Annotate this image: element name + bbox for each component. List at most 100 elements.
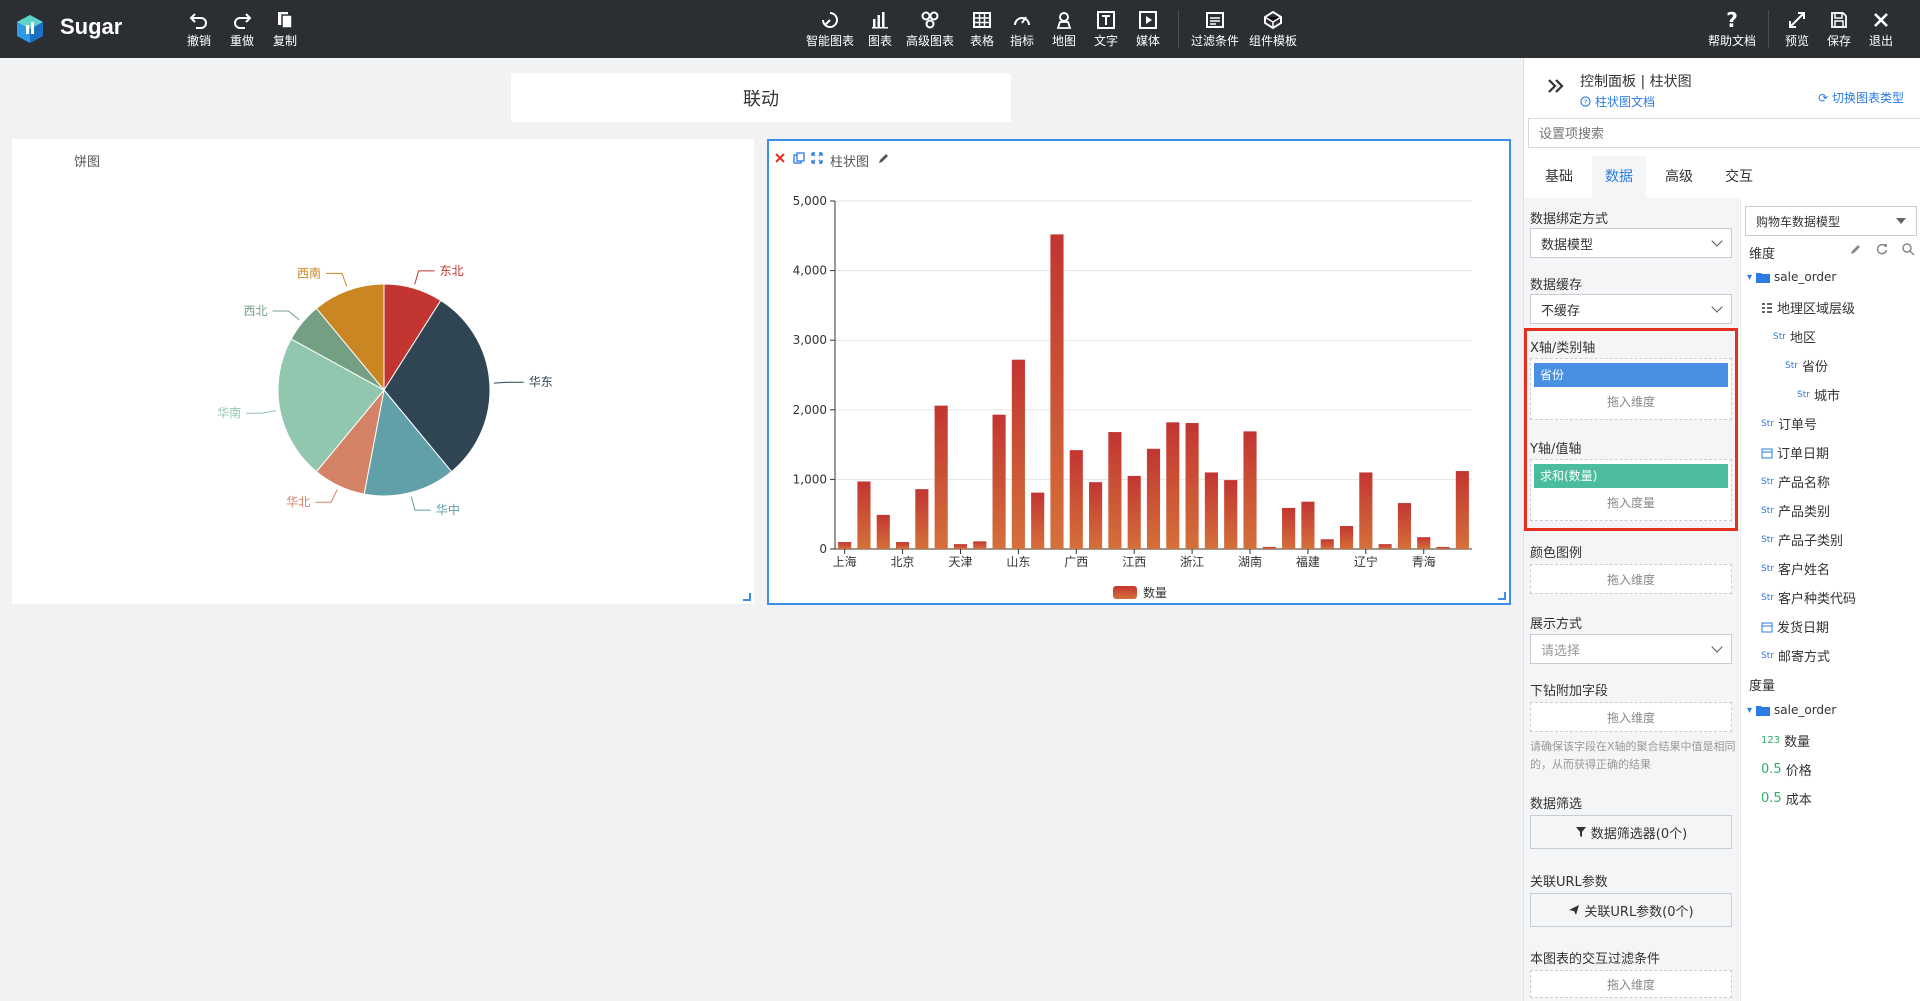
edit-icon[interactable]: [1849, 242, 1863, 256]
pie-chart-card[interactable]: 饼图 东北 华东 华中 华北 华南 西北 西南: [12, 139, 754, 604]
bar[interactable]: [1011, 359, 1025, 549]
preview-button[interactable]: 预览: [1785, 10, 1809, 52]
undo-button[interactable]: 撤销: [187, 10, 211, 52]
x-axis-field-pill[interactable]: 省份: [1534, 363, 1728, 387]
bar[interactable]: [1378, 544, 1392, 549]
copy-button[interactable]: 复制: [273, 10, 297, 52]
resize-handle[interactable]: [743, 593, 751, 601]
smart-chart-button[interactable]: 智能图表: [806, 10, 854, 52]
bar[interactable]: [953, 544, 968, 549]
bar[interactable]: [1089, 482, 1103, 549]
drill-drop-zone[interactable]: 拖入维度: [1530, 702, 1732, 732]
help-button[interactable]: ? 帮助文档: [1708, 10, 1756, 52]
bar[interactable]: [1436, 546, 1450, 549]
tree-folder[interactable]: ▾ sale_order: [1747, 270, 1836, 284]
tab-basic[interactable]: 基础: [1532, 156, 1586, 198]
bar[interactable]: [1359, 472, 1373, 549]
bar[interactable]: [857, 481, 871, 549]
y-axis-field-pill[interactable]: 求和(数量): [1534, 464, 1728, 488]
tree-folder[interactable]: ▾ sale_order: [1747, 703, 1836, 717]
dimension-item[interactable]: Str 地区: [1773, 327, 1816, 346]
collapse-panel-icon[interactable]: [1546, 76, 1566, 96]
color-legend-drop-zone[interactable]: 拖入维度: [1530, 564, 1732, 594]
interaction-filter-drop-zone[interactable]: 拖入维度: [1530, 970, 1732, 998]
save-button[interactable]: 保存: [1827, 10, 1851, 52]
text-button[interactable]: 文字: [1094, 10, 1118, 52]
dimension-item[interactable]: Str 城市: [1797, 385, 1840, 404]
bar[interactable]: [1417, 537, 1431, 549]
bar[interactable]: [1127, 475, 1141, 549]
filter-button[interactable]: 过滤条件: [1191, 10, 1239, 52]
bar[interactable]: [1166, 422, 1180, 549]
dimension-item[interactable]: 地理区域层级: [1761, 298, 1855, 317]
bar-chart-card[interactable]: 柱状图 0 1,000 2,000 3,000 4,000 5,000 上海 北京 天津 山东 广西…: [767, 139, 1511, 605]
legend-swatch[interactable]: [1113, 586, 1137, 599]
bar[interactable]: [1108, 432, 1122, 549]
chart-doc-link[interactable]: ? 柱状图文档: [1580, 93, 1655, 110]
dimension-item[interactable]: Str 订单号: [1761, 414, 1817, 433]
measure-item[interactable]: 0.5 成本: [1761, 789, 1812, 808]
dimension-item[interactable]: 发货日期: [1761, 617, 1829, 636]
bar[interactable]: [1031, 492, 1045, 549]
dashboard-title-card[interactable]: 联动: [511, 73, 1011, 122]
template-button[interactable]: 组件模板: [1249, 10, 1297, 52]
table-button[interactable]: 表格: [970, 10, 994, 52]
bar[interactable]: [1339, 526, 1354, 549]
bar[interactable]: [1185, 423, 1199, 549]
tab-data[interactable]: 数据: [1592, 156, 1646, 198]
bar[interactable]: [1282, 507, 1296, 549]
measure-item[interactable]: 0.5 价格: [1761, 760, 1812, 779]
data-filter-button[interactable]: 数据筛选器(0个): [1530, 815, 1732, 849]
settings-search-input[interactable]: [1528, 118, 1920, 148]
dimension-item[interactable]: 订单日期: [1761, 443, 1829, 462]
resize-handle[interactable]: [1498, 592, 1506, 600]
url-params-button[interactable]: 关联URL参数(0个): [1530, 893, 1732, 927]
data-model-select[interactable]: 购物车数据模型: [1745, 206, 1917, 236]
dimension-item[interactable]: Str 产品类别: [1761, 501, 1830, 520]
measure-item[interactable]: 123 数量: [1761, 731, 1810, 750]
y-axis-drop-zone[interactable]: 求和(数量) 拖入度量: [1530, 459, 1732, 521]
media-button[interactable]: 媒体: [1136, 10, 1160, 52]
bar[interactable]: [973, 541, 987, 549]
tab-interaction[interactable]: 交互: [1712, 156, 1766, 198]
bar[interactable]: [876, 514, 890, 549]
bar[interactable]: [1397, 503, 1412, 549]
bar[interactable]: [1069, 450, 1083, 549]
display-select[interactable]: 请选择: [1530, 634, 1732, 664]
bar[interactable]: [838, 542, 852, 549]
dimension-item[interactable]: Str 客户种类代码: [1761, 588, 1856, 607]
folder-icon: [1756, 272, 1771, 283]
refresh-icon[interactable]: [1875, 242, 1889, 256]
switch-chart-type-link[interactable]: ⟳ 切换图表类型: [1818, 89, 1904, 106]
bar[interactable]: [915, 489, 929, 549]
chart-button[interactable]: 图表: [868, 10, 892, 52]
bar[interactable]: [1301, 501, 1315, 549]
dimension-item[interactable]: Str 产品子类别: [1761, 530, 1843, 549]
dimension-item[interactable]: Str 客户姓名: [1761, 559, 1830, 578]
bar[interactable]: [1320, 539, 1334, 549]
map-button[interactable]: 地图: [1052, 10, 1076, 52]
bar[interactable]: [1050, 234, 1064, 549]
bar[interactable]: [1204, 472, 1218, 549]
x-axis-drop-zone[interactable]: 省份 拖入维度: [1530, 358, 1732, 420]
cache-select[interactable]: 不缓存: [1530, 294, 1732, 324]
search-icon[interactable]: [1901, 242, 1915, 256]
exit-button[interactable]: 退出: [1869, 10, 1893, 52]
dimension-item-label: 发货日期: [1777, 621, 1830, 636]
binding-select[interactable]: 数据模型: [1530, 228, 1732, 258]
redo-button[interactable]: 重做: [230, 10, 254, 52]
bar[interactable]: [934, 405, 948, 549]
bar[interactable]: [1243, 431, 1257, 549]
bar[interactable]: [1455, 471, 1469, 549]
tab-advanced[interactable]: 高级: [1652, 156, 1706, 198]
bar[interactable]: [992, 414, 1006, 549]
bar[interactable]: [1146, 448, 1161, 549]
bar[interactable]: [895, 542, 910, 549]
dimension-item[interactable]: Str 产品名称: [1761, 472, 1830, 491]
bar[interactable]: [1262, 546, 1276, 549]
bar[interactable]: [1224, 480, 1238, 549]
dimension-item[interactable]: Str 省份: [1785, 356, 1828, 375]
advanced-chart-button[interactable]: 高级图表: [906, 10, 954, 52]
indicator-button[interactable]: 指标: [1010, 10, 1034, 52]
dimension-item[interactable]: Str 邮寄方式: [1761, 646, 1830, 665]
